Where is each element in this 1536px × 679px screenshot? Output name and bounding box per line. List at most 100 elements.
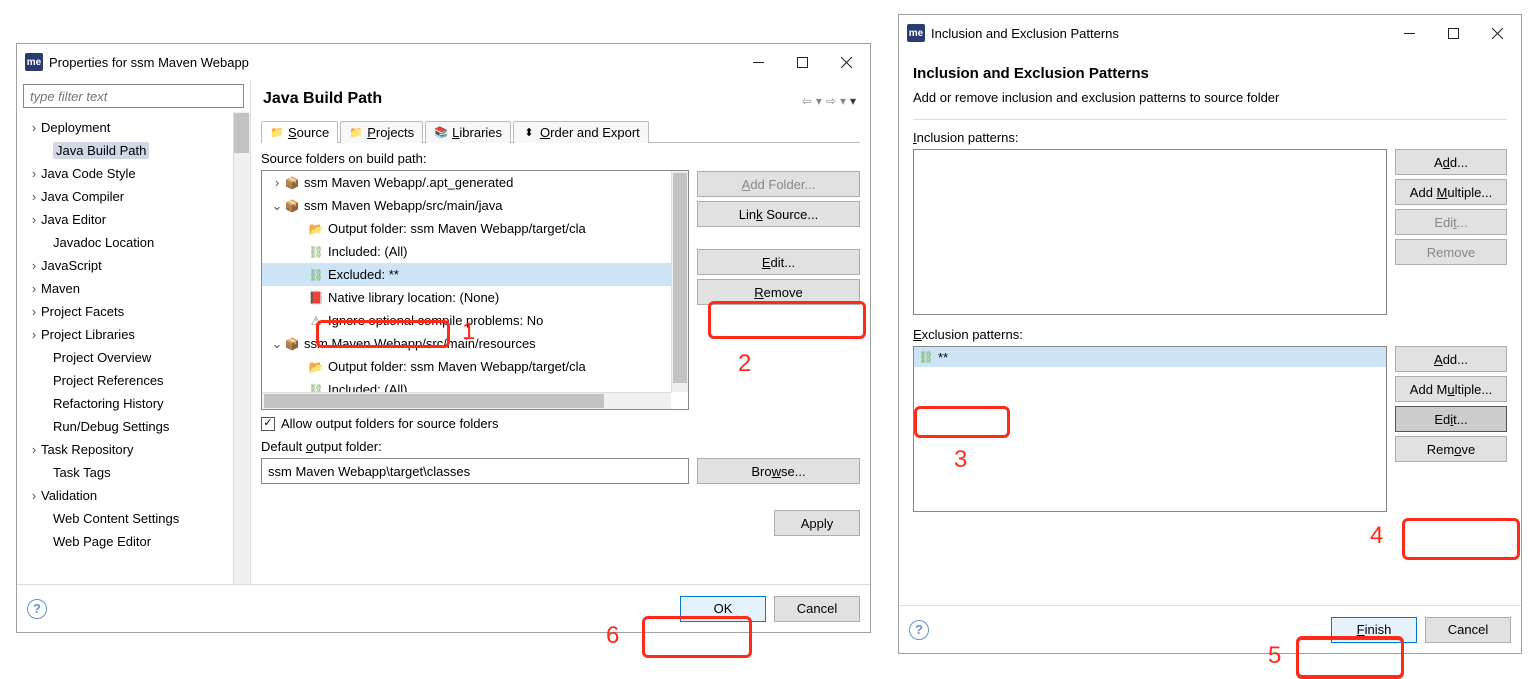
sidebar-item[interactable]: ›Task Tags [17, 461, 250, 484]
sidebar-item[interactable]: ›Java Editor [17, 208, 250, 231]
source-tree-row[interactable]: ⌄📦ssm Maven Webapp/src/main/resources [262, 332, 671, 355]
close-button-2[interactable] [1475, 18, 1519, 48]
source-tree-row[interactable]: 📂Output folder: ssm Maven Webapp/target/… [262, 217, 671, 240]
package-icon: 📦 [284, 175, 300, 191]
excl-add-button[interactable]: Add... [1395, 346, 1507, 372]
chevron-right-icon: › [27, 212, 41, 227]
close-button[interactable] [824, 47, 868, 77]
excl-add-multiple-button[interactable]: Add Multiple... [1395, 376, 1507, 402]
sidebar-item[interactable]: ›Task Repository [17, 438, 250, 461]
patterns-heading: Inclusion and Exclusion Patterns [913, 65, 1507, 82]
inclusion-list[interactable] [913, 149, 1387, 315]
view-menu-icon[interactable]: ▾ [850, 94, 856, 108]
minimize-button-2[interactable] [1387, 18, 1431, 48]
sidebar-item[interactable]: ›Java Compiler [17, 185, 250, 208]
source-tab-icon: 📁 [270, 126, 284, 140]
library-icon: 📕 [308, 290, 324, 306]
maximize-button-2[interactable] [1431, 18, 1475, 48]
sidebar-item[interactable]: ›Project Libraries [17, 323, 250, 346]
tree-scrollbar[interactable] [233, 112, 250, 584]
source-tree-row[interactable]: 📂Output folder: ssm Maven Webapp/target/… [262, 355, 671, 378]
sidebar-item[interactable]: ›Validation [17, 484, 250, 507]
excl-edit-button[interactable]: Edit... [1395, 406, 1507, 432]
edit-button[interactable]: Edit... [697, 249, 860, 275]
category-tree[interactable]: ›Deployment›Java Build Path›Java Code St… [17, 112, 250, 584]
cancel-button[interactable]: Cancel [774, 596, 860, 622]
titlebar-2[interactable]: me Inclusion and Exclusion Patterns [899, 15, 1521, 51]
help-icon[interactable]: ? [27, 599, 47, 619]
chevron-right-icon: › [27, 281, 41, 296]
sidebar-item[interactable]: ›Deployment [17, 116, 250, 139]
source-tree-row[interactable]: ⛓Included: (All) [262, 240, 671, 263]
incl-add-button[interactable]: Add... [1395, 149, 1507, 175]
apply-button[interactable]: Apply [774, 510, 860, 536]
source-hscrollbar[interactable] [262, 392, 671, 409]
chevron-right-icon: › [27, 304, 41, 319]
source-tree-row[interactable]: ›📦ssm Maven Webapp/.apt_generated [262, 171, 671, 194]
sidebar-item[interactable]: ›Run/Debug Settings [17, 415, 250, 438]
sidebar-item[interactable]: ›Web Page Editor [17, 530, 250, 553]
sidebar-item-label: Project Libraries [41, 327, 135, 342]
source-tree-row[interactable]: ⌄📦ssm Maven Webapp/src/main/java [262, 194, 671, 217]
filter-icon: ⛓ [308, 382, 324, 393]
tab-projects[interactable]: 📁Projects [340, 121, 423, 143]
source-folders-label: Source folders on build path: [261, 151, 689, 166]
add-folder-button[interactable]: Add Folder... [697, 171, 860, 197]
sidebar-item[interactable]: ›Maven [17, 277, 250, 300]
cancel-button-2[interactable]: Cancel [1425, 617, 1511, 643]
titlebar[interactable]: me Properties for ssm Maven Webapp [17, 44, 870, 80]
exclusion-item[interactable]: ⛓ ** [914, 347, 1386, 367]
remove-button[interactable]: Remove [697, 279, 860, 305]
dialog-footer-2: ? Finish Cancel [899, 605, 1521, 653]
incl-add-multiple-button[interactable]: Add Multiple... [1395, 179, 1507, 205]
sidebar-item[interactable]: ›Web Content Settings [17, 507, 250, 530]
default-output-value: ssm Maven Webapp\target\classes [268, 464, 470, 479]
sidebar-item-label: Java Compiler [41, 189, 124, 204]
allow-output-checkbox[interactable]: ✓ [261, 417, 275, 431]
source-tree-row[interactable]: ⚠Ignore optional compile problems: No [262, 309, 671, 332]
sidebar-item[interactable]: ›JavaScript [17, 254, 250, 277]
source-tree-row[interactable]: 📕Native library location: (None) [262, 286, 671, 309]
sidebar-item-label: Project Overview [53, 350, 151, 365]
excl-remove-button[interactable]: Remove [1395, 436, 1507, 462]
chevron-right-icon: › [27, 488, 41, 503]
page-nav-icons[interactable]: ⇦ ▾ ⇨ ▾ ▾ [802, 94, 860, 108]
forward-icon[interactable]: ⇨ [826, 94, 836, 108]
forward-menu-icon[interactable]: ▾ [840, 94, 846, 108]
browse-button[interactable]: Browse... [697, 458, 860, 484]
tab-source[interactable]: 📁Source [261, 121, 338, 143]
sidebar-item-label: Project References [53, 373, 164, 388]
default-output-input[interactable]: ssm Maven Webapp\target\classes [261, 458, 689, 484]
sidebar-item-label: JavaScript [41, 258, 102, 273]
sidebar-item[interactable]: ›Refactoring History [17, 392, 250, 415]
app-icon-2: me [907, 24, 925, 42]
incl-remove-button[interactable]: Remove [1395, 239, 1507, 265]
chevron-right-icon: › [27, 120, 41, 135]
source-tree-row[interactable]: ⛓Included: (All) [262, 378, 671, 392]
exclusion-list[interactable]: ⛓ ** [913, 346, 1387, 512]
filter-text-input[interactable] [23, 84, 244, 108]
source-vscrollbar[interactable] [671, 171, 688, 392]
back-icon[interactable]: ⇦ [802, 94, 812, 108]
sidebar-item[interactable]: ›Project References [17, 369, 250, 392]
incl-edit-button[interactable]: Edit... [1395, 209, 1507, 235]
sidebar-item[interactable]: ›Java Code Style [17, 162, 250, 185]
source-tree-row[interactable]: ⛓Excluded: ** [262, 263, 671, 286]
ok-button[interactable]: OK [680, 596, 766, 622]
sidebar-item[interactable]: ›Project Overview [17, 346, 250, 369]
sidebar-item[interactable]: ›Java Build Path [17, 139, 250, 162]
help-icon-2[interactable]: ? [909, 620, 929, 640]
tab-order[interactable]: ⬍Order and Export [513, 121, 649, 143]
sidebar-item[interactable]: ›Project Facets [17, 300, 250, 323]
finish-button[interactable]: Finish [1331, 617, 1417, 643]
sidebar-item-label: Javadoc Location [53, 235, 154, 250]
source-tree[interactable]: ›📦ssm Maven Webapp/.apt_generated⌄📦ssm M… [261, 170, 689, 410]
sidebar-item[interactable]: ›Javadoc Location [17, 231, 250, 254]
minimize-button[interactable] [736, 47, 780, 77]
back-menu-icon[interactable]: ▾ [816, 94, 822, 108]
maximize-button[interactable] [780, 47, 824, 77]
sidebar-item-label: Web Page Editor [53, 534, 151, 549]
link-source-button[interactable]: Link Source... [697, 201, 860, 227]
chevron-right-icon: › [27, 258, 41, 273]
tab-libraries[interactable]: 📚Libraries [425, 121, 511, 143]
